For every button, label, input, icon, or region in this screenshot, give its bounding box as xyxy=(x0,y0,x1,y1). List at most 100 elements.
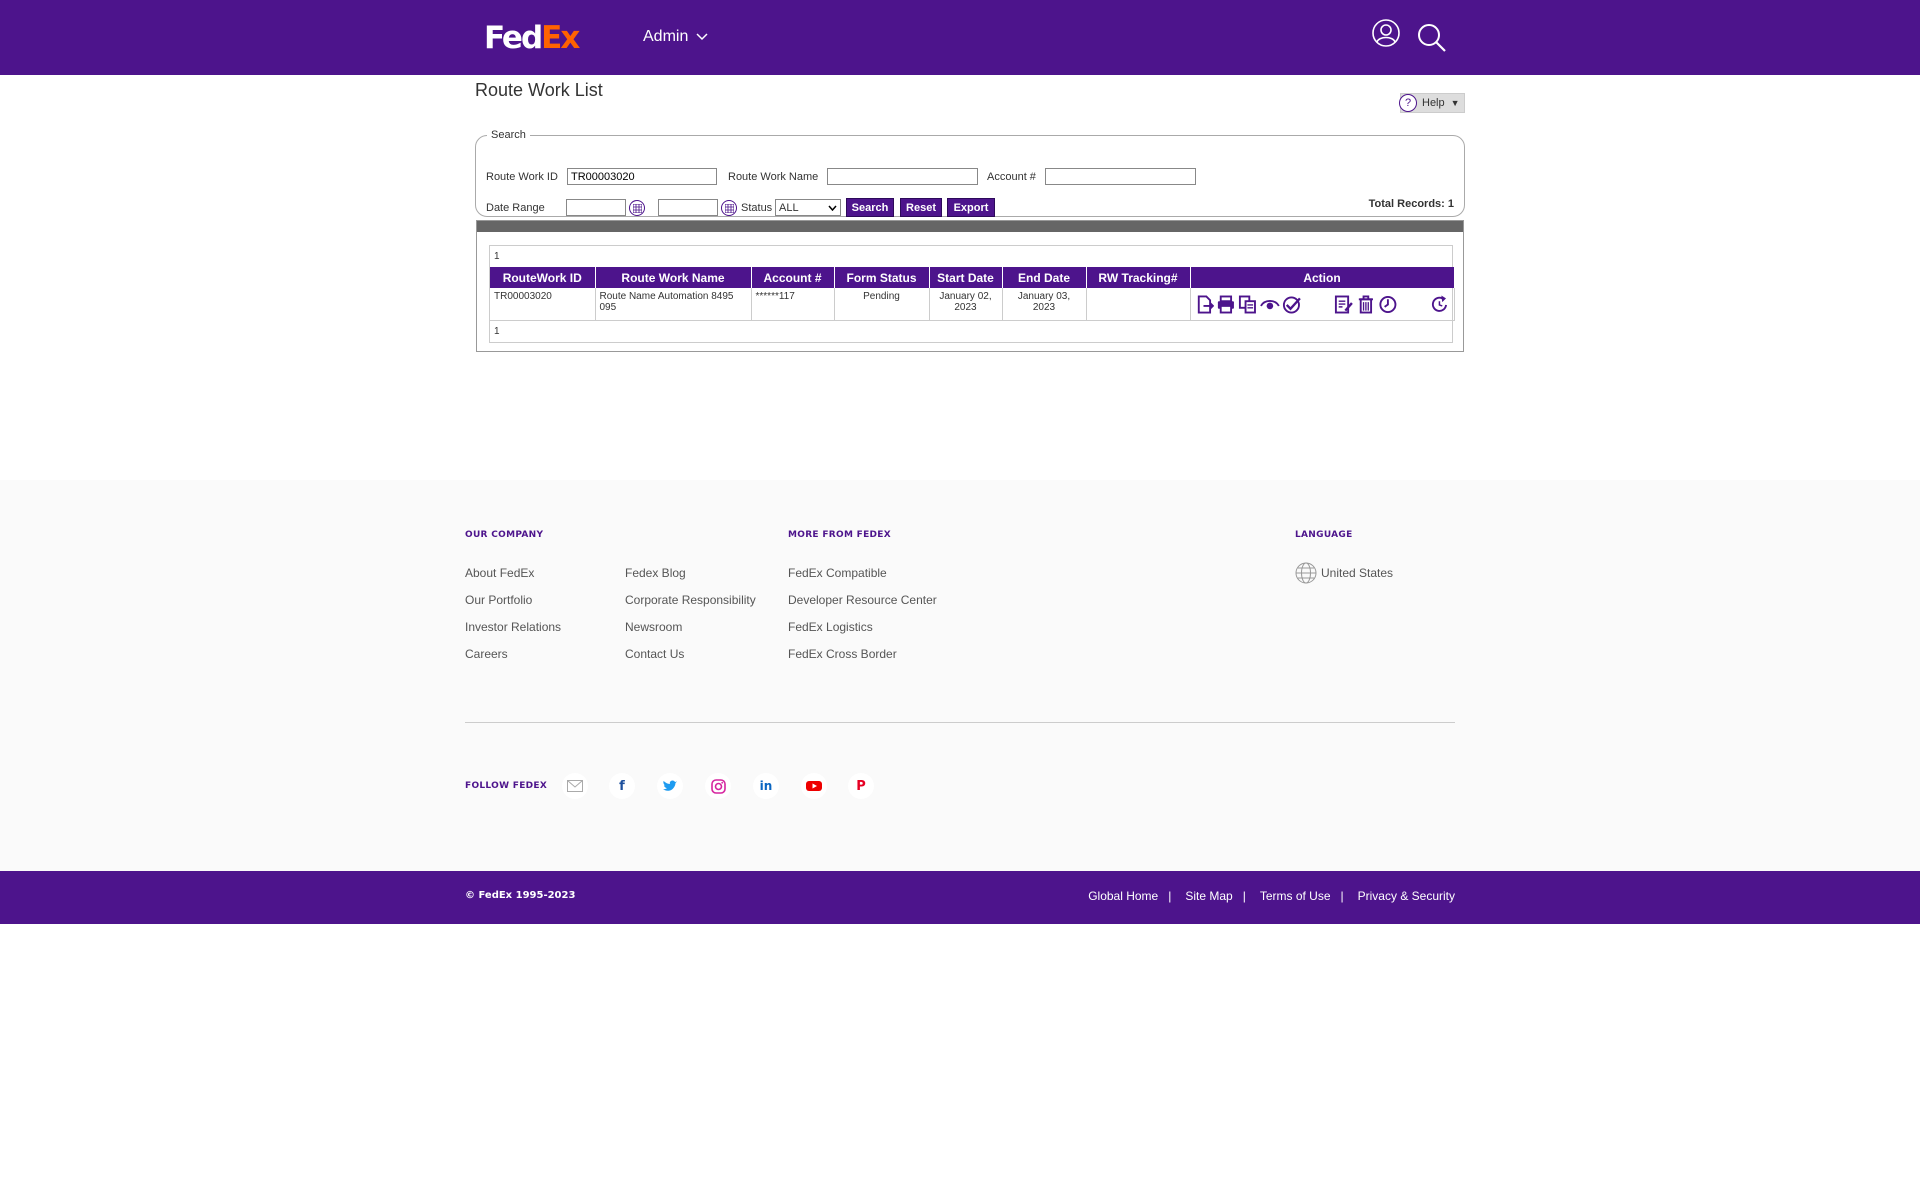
footer-link[interactable]: Corporate Responsibility xyxy=(625,593,756,607)
footer-link[interactable]: Developer Resource Center xyxy=(788,593,937,607)
print-icon[interactable] xyxy=(1216,294,1236,315)
export-icon[interactable] xyxy=(1195,294,1215,315)
calendar-icon[interactable] xyxy=(721,200,737,216)
column-header: Action xyxy=(1190,267,1455,288)
page-number-link[interactable]: 1 xyxy=(494,326,500,337)
refresh-icon[interactable] xyxy=(1430,294,1450,315)
search-button[interactable]: Search xyxy=(846,198,894,217)
footer-link[interactable]: FedEx Compatible xyxy=(788,566,887,580)
calendar-icon[interactable] xyxy=(629,200,645,216)
site-map-link[interactable]: Site Map xyxy=(1185,889,1232,903)
fedex-logo[interactable]: FedEx xyxy=(484,20,580,56)
footer-link[interactable]: FedEx Cross Border xyxy=(788,647,897,661)
copy-icon[interactable] xyxy=(1238,294,1258,315)
logo-ex: Ex xyxy=(541,20,580,56)
approve-icon[interactable] xyxy=(1282,294,1302,315)
cell-actions xyxy=(1190,288,1455,321)
facebook-icon[interactable]: f xyxy=(609,773,635,799)
pager-top[interactable]: 1 xyxy=(490,246,1452,267)
column-header[interactable]: Route Work Name xyxy=(595,267,752,288)
results-table-container: 1 RouteWork ID Route Work Name Account #… xyxy=(489,245,1455,343)
account-label: Account # xyxy=(987,171,1036,183)
search-panel: Search Route Work ID Route Work Name Acc… xyxy=(475,129,1465,217)
privacy-security-link[interactable]: Privacy & Security xyxy=(1358,889,1455,903)
footer-link[interactable]: About FedEx xyxy=(465,566,534,580)
edit-icon[interactable] xyxy=(1334,294,1354,315)
column-header[interactable]: RouteWork ID xyxy=(490,267,596,288)
chevron-down-icon xyxy=(696,33,708,41)
cell-route-work-name: Route Name Automation 8495 095 xyxy=(595,288,752,321)
footer-link[interactable]: Fedex Blog xyxy=(625,566,686,580)
bottom-bar: © FedEx 1995-2023 Global Home | Site Map |… xyxy=(0,871,1920,924)
cell-end-date: January 03, 2023 xyxy=(1002,288,1087,321)
column-header[interactable]: Form Status xyxy=(834,267,930,288)
column-header[interactable]: End Date xyxy=(1002,267,1087,288)
twitter-icon[interactable] xyxy=(657,773,683,799)
globe-icon xyxy=(1295,562,1317,584)
footer-link[interactable]: FedEx Logistics xyxy=(788,620,873,634)
help-button[interactable]: ? Help ▼ xyxy=(1399,93,1465,113)
email-icon[interactable] xyxy=(562,773,588,799)
search-icon[interactable] xyxy=(1416,22,1448,54)
account-input[interactable] xyxy=(1045,168,1196,185)
logo-fed: Fed xyxy=(484,20,543,56)
status-select[interactable]: ALL xyxy=(775,199,841,216)
separator: | xyxy=(1340,889,1344,903)
date-range-label: Date Range xyxy=(486,202,545,214)
follow-fedex-heading: FOLLOW FEDEX xyxy=(465,781,548,791)
cell-routework-id: TR00003020 xyxy=(490,288,596,321)
column-header[interactable]: Start Date xyxy=(929,267,1003,288)
status-select-value: ALL xyxy=(779,201,799,214)
route-work-name-label: Route Work Name xyxy=(728,171,819,183)
table-header-row: RouteWork ID Route Work Name Account # F… xyxy=(490,267,1455,288)
results-header-band xyxy=(477,221,1463,232)
admin-menu[interactable]: Admin xyxy=(643,28,708,46)
cell-account: ******117 xyxy=(751,288,835,321)
global-home-link[interactable]: Global Home xyxy=(1088,889,1158,903)
route-work-id-input[interactable] xyxy=(567,168,717,185)
terms-of-use-link[interactable]: Terms of Use xyxy=(1260,889,1331,903)
route-work-id-label: Route Work ID xyxy=(486,171,558,183)
date-to-input[interactable] xyxy=(658,199,718,216)
table-row: TR00003020 Route Name Automation 8495 09… xyxy=(490,288,1455,321)
help-label: Help xyxy=(1422,97,1445,109)
column-header[interactable]: Account # xyxy=(751,267,835,288)
help-icon: ? xyxy=(1399,94,1417,112)
copyright: © FedEx 1995-2023 xyxy=(465,890,576,901)
more-from-fedex-heading: MORE FROM FEDEX xyxy=(788,530,891,540)
cell-form-status: Pending xyxy=(834,288,930,321)
pager-bottom[interactable]: 1 xyxy=(490,321,1452,342)
view-icon[interactable] xyxy=(1260,294,1280,315)
user-icon[interactable] xyxy=(1370,17,1402,49)
export-button[interactable]: Export xyxy=(947,198,995,217)
separator: | xyxy=(1168,889,1172,903)
cell-start-date: January 02, 2023 xyxy=(929,288,1003,321)
reset-button[interactable]: Reset xyxy=(900,198,942,217)
results-panel: 1 RouteWork ID Route Work Name Account #… xyxy=(476,220,1464,352)
footer-link[interactable]: Our Portfolio xyxy=(465,593,532,607)
footer-link[interactable]: Contact Us xyxy=(625,647,684,661)
delete-icon[interactable] xyxy=(1356,294,1376,315)
footer-link[interactable]: Investor Relations xyxy=(465,620,561,634)
page-number-link[interactable]: 1 xyxy=(494,251,500,262)
route-work-name-input[interactable] xyxy=(827,168,978,185)
our-company-heading: OUR COMPANY xyxy=(465,530,544,540)
history-icon[interactable] xyxy=(1378,294,1398,315)
caret-down-icon: ▼ xyxy=(1450,98,1460,108)
footer: OUR COMPANY About FedEx Our Portfolio In… xyxy=(0,480,1920,871)
footer-link[interactable]: Careers xyxy=(465,647,508,661)
status-label: Status xyxy=(741,202,773,214)
instagram-icon[interactable] xyxy=(705,773,731,799)
route-work-table: RouteWork ID Route Work Name Account # F… xyxy=(490,267,1455,321)
date-from-input[interactable] xyxy=(566,199,626,216)
footer-divider xyxy=(465,722,1455,723)
linkedin-icon[interactable]: in xyxy=(753,773,779,799)
language-selector[interactable]: United States xyxy=(1295,562,1393,584)
column-header[interactable]: RW Tracking# xyxy=(1086,267,1191,288)
page-title: Route Work List xyxy=(475,80,603,100)
total-records: Total Records: 1 xyxy=(1368,198,1454,210)
top-navigation-bar: FedEx Admin xyxy=(0,0,1920,75)
footer-link[interactable]: Newsroom xyxy=(625,620,682,634)
youtube-icon[interactable] xyxy=(801,773,827,799)
pinterest-icon[interactable]: P xyxy=(848,773,874,799)
